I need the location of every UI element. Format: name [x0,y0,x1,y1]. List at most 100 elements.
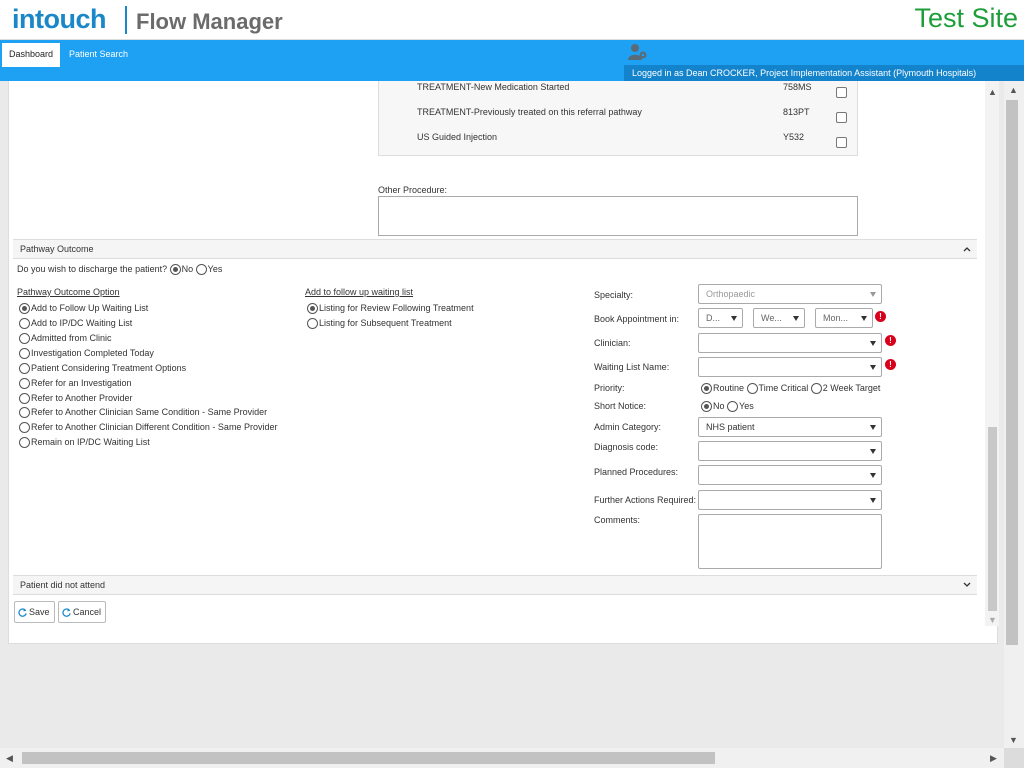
logo-separator [125,6,127,34]
outcome-option[interactable]: Add to Follow Up Waiting List [19,303,148,315]
did-not-attend-title: Patient did not attend [20,580,106,590]
diagnosis-code-select[interactable] [698,441,882,461]
followup-radio[interactable] [307,318,318,330]
tab-patient-search[interactable]: Patient Search [62,43,135,65]
discharge-question: Do you wish to discharge the patient? [17,264,168,274]
comments-textarea[interactable] [698,514,882,569]
clinician-warning-icon: ! [885,335,896,346]
further-actions-select[interactable] [698,490,882,510]
outcome-radio[interactable] [19,303,30,315]
outcome-radio[interactable] [19,393,30,405]
followup-option[interactable]: Listing for Review Following Treatment [307,303,474,315]
clinician-label: Clinician: [594,338,631,348]
outcome-radio[interactable] [19,422,30,434]
specialty-label: Specialty: [594,290,634,300]
procedure-row: US Guided Injection Y532 [379,131,859,155]
appointment-month-select[interactable]: Mon... [815,308,873,328]
book-appointment-label: Book Appointment in: [594,314,680,324]
outcome-option-title: Pathway Outcome Option [17,287,120,297]
diagnosis-code-label: Diagnosis code: [594,442,659,452]
inner-scroll-down-icon[interactable]: ▼ [988,615,997,625]
procedure-label: TREATMENT-Previously treated on this ref… [417,107,642,117]
tab-dashboard[interactable]: Dashboard [2,43,61,67]
page-scroll-down-icon[interactable]: ▼ [1009,735,1018,745]
short-notice-label: Short Notice: [594,401,647,411]
priority-routine-radio[interactable] [701,383,712,395]
procedure-row: TREATMENT-Previously treated on this ref… [379,106,859,130]
user-settings-icon[interactable] [628,43,648,61]
outcome-option[interactable]: Patient Considering Treatment Options [19,363,186,375]
outcome-option[interactable]: Investigation Completed Today [19,348,154,360]
procedure-checkbox[interactable] [836,137,847,148]
page-horizontal-scrollbar-thumb[interactable] [22,752,715,764]
followup-option[interactable]: Listing for Subsequent Treatment [307,318,452,330]
planned-procedures-label: Planned Procedures: [594,467,679,477]
comments-label: Comments: [594,515,641,525]
outcome-option[interactable]: Refer to Another Provider [19,393,133,405]
outcome-radio[interactable] [19,378,30,390]
procedure-label: US Guided Injection [417,132,498,142]
admin-category-select[interactable]: NHS patient [698,417,882,437]
other-procedure-input[interactable] [378,196,858,236]
page-scroll-right-icon[interactable]: ▶ [990,753,997,763]
outcome-radio[interactable] [19,333,30,345]
outcome-option[interactable]: Refer to Another Clinician Different Con… [19,422,277,434]
procedure-list: TREATMENT-New Medication Started 758MS T… [378,81,858,156]
inner-scroll-up-icon[interactable]: ▲ [988,87,997,97]
procedure-checkbox[interactable] [836,112,847,123]
procedure-checkbox[interactable] [836,87,847,98]
outcome-radio[interactable] [19,437,30,449]
procedure-label: TREATMENT-New Medication Started [417,82,570,92]
outcome-option[interactable]: Add to IP/DC Waiting List [19,318,132,330]
refresh-icon [18,608,27,617]
save-button[interactable]: Save [14,601,55,623]
refresh-icon [62,608,71,617]
outcome-option[interactable]: Refer for an Investigation [19,378,132,390]
priority-2-week-radio[interactable] [810,383,822,395]
outcome-option[interactable]: Refer to Another Clinician Same Conditio… [19,407,267,419]
outcome-radio[interactable] [19,363,30,375]
pathway-outcome-title: Pathway Outcome [20,244,94,254]
outcome-radio[interactable] [19,348,30,360]
did-not-attend-header[interactable]: Patient did not attend [13,575,977,595]
priority-options: Routine Time Critical 2 Week Target [701,383,880,395]
inner-scrollbar-thumb[interactable] [988,427,997,611]
outcome-option[interactable]: Admitted from Clinic [19,333,112,345]
procedure-code: 758MS [783,82,812,92]
discharge-yes-label: Yes [207,264,223,274]
planned-procedures-select[interactable] [698,465,882,485]
clinician-select[interactable] [698,333,882,353]
specialty-select: Orthopaedic [698,284,882,304]
admin-category-label: Admin Category: [594,422,662,432]
cancel-button[interactable]: Cancel [58,601,107,623]
page-scroll-left-icon[interactable]: ◀ [6,753,13,763]
outcome-panel: TREATMENT-New Medication Started 758MS T… [8,81,999,644]
discharge-no-label: No [181,264,194,274]
page-scroll-up-icon[interactable]: ▲ [1009,85,1018,95]
discharge-no-radio[interactable] [169,264,181,276]
procedure-row: TREATMENT-New Medication Started 758MS [379,81,859,105]
discharge-yes-radio[interactable] [195,264,207,276]
outcome-radio[interactable] [19,318,30,330]
appointment-week-select[interactable]: We... [753,308,805,328]
followup-title: Add to follow up waiting list [305,287,414,297]
other-procedure-label: Other Procedure: [378,185,448,195]
test-site-label: Test Site [914,3,1018,33]
waiting-list-name-select[interactable] [698,357,882,377]
outcome-radio[interactable] [19,407,30,419]
waiting-list-warning-icon: ! [885,359,896,370]
outcome-option[interactable]: Remain on IP/DC Waiting List [19,437,150,449]
page-vertical-scrollbar-thumb[interactable] [1006,100,1018,645]
followup-radio[interactable] [307,303,318,315]
pathway-outcome-header[interactable]: Pathway Outcome [13,239,977,259]
short-notice-yes-radio[interactable] [727,401,739,413]
scrollbar-corner [1004,748,1024,768]
appointment-day-select[interactable]: D... [698,308,743,328]
app-header: intouch Flow Manager Test Site [0,0,1024,40]
discharge-question-row: Do you wish to discharge the patient? No… [17,264,223,276]
priority-label: Priority: [594,383,625,393]
nav-bar: Dashboard Patient Search Logged in as De… [0,40,1024,81]
short-notice-no-radio[interactable] [701,401,712,413]
further-actions-label: Further Actions Required: [594,495,697,505]
priority-time-critical-radio[interactable] [746,383,758,395]
